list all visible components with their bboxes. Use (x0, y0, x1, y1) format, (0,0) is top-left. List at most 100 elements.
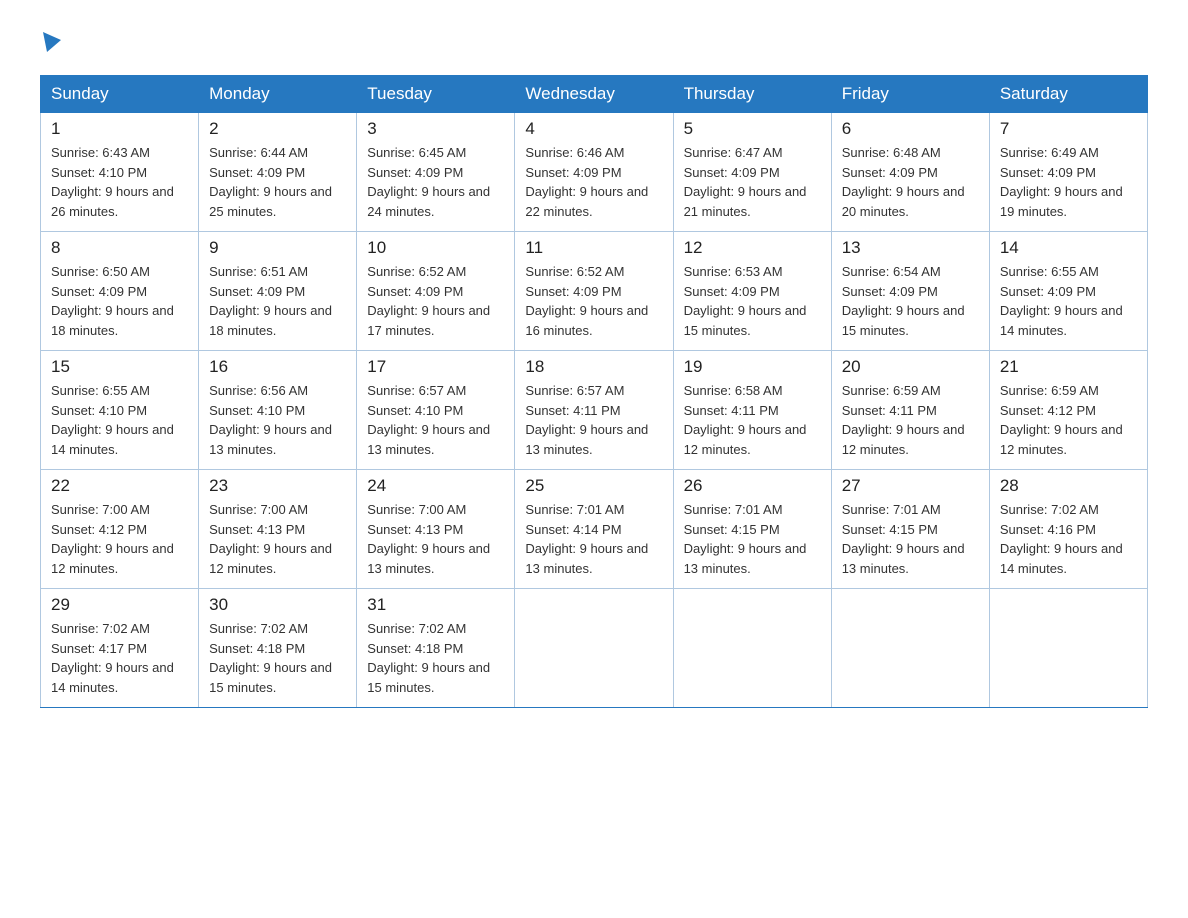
page-header (40, 30, 1148, 55)
calendar-cell: 17 Sunrise: 6:57 AMSunset: 4:10 PMDayligh… (357, 351, 515, 470)
calendar-cell: 8 Sunrise: 6:50 AMSunset: 4:09 PMDaylight… (41, 232, 199, 351)
day-info: Sunrise: 7:01 AMSunset: 4:15 PMDaylight:… (684, 500, 821, 578)
day-info: Sunrise: 6:58 AMSunset: 4:11 PMDaylight:… (684, 381, 821, 459)
day-info: Sunrise: 6:51 AMSunset: 4:09 PMDaylight:… (209, 262, 346, 340)
day-number: 25 (525, 476, 662, 496)
calendar-cell: 23 Sunrise: 7:00 AMSunset: 4:13 PMDayligh… (199, 470, 357, 589)
calendar-week-row: 29 Sunrise: 7:02 AMSunset: 4:17 PMDayligh… (41, 589, 1148, 708)
day-number: 12 (684, 238, 821, 258)
calendar-cell: 11 Sunrise: 6:52 AMSunset: 4:09 PMDayligh… (515, 232, 673, 351)
calendar-cell: 4 Sunrise: 6:46 AMSunset: 4:09 PMDaylight… (515, 113, 673, 232)
day-info: Sunrise: 6:49 AMSunset: 4:09 PMDaylight:… (1000, 143, 1137, 221)
col-tuesday: Tuesday (357, 76, 515, 113)
day-number: 5 (684, 119, 821, 139)
col-friday: Friday (831, 76, 989, 113)
calendar-cell: 1 Sunrise: 6:43 AMSunset: 4:10 PMDaylight… (41, 113, 199, 232)
calendar-cell (989, 589, 1147, 708)
calendar-cell: 30 Sunrise: 7:02 AMSunset: 4:18 PMDayligh… (199, 589, 357, 708)
calendar-week-row: 1 Sunrise: 6:43 AMSunset: 4:10 PMDaylight… (41, 113, 1148, 232)
calendar-cell: 27 Sunrise: 7:01 AMSunset: 4:15 PMDayligh… (831, 470, 989, 589)
calendar-week-row: 22 Sunrise: 7:00 AMSunset: 4:12 PMDayligh… (41, 470, 1148, 589)
day-info: Sunrise: 7:02 AMSunset: 4:16 PMDaylight:… (1000, 500, 1137, 578)
calendar-cell: 5 Sunrise: 6:47 AMSunset: 4:09 PMDaylight… (673, 113, 831, 232)
calendar-cell: 31 Sunrise: 7:02 AMSunset: 4:18 PMDayligh… (357, 589, 515, 708)
day-number: 1 (51, 119, 188, 139)
calendar-cell: 3Sunrise: 6:45 AMSunset: 4:09 PMDaylight… (357, 113, 515, 232)
day-info: Sunrise: 6:57 AMSunset: 4:11 PMDaylight:… (525, 381, 662, 459)
day-number: 18 (525, 357, 662, 377)
calendar-cell: 14 Sunrise: 6:55 AMSunset: 4:09 PMDayligh… (989, 232, 1147, 351)
day-info: Sunrise: 7:02 AMSunset: 4:18 PMDaylight:… (209, 619, 346, 697)
day-number: 30 (209, 595, 346, 615)
day-number: 2 (209, 119, 346, 139)
calendar-cell: 29 Sunrise: 7:02 AMSunset: 4:17 PMDayligh… (41, 589, 199, 708)
col-saturday: Saturday (989, 76, 1147, 113)
day-number: 17 (367, 357, 504, 377)
day-info: Sunrise: 6:48 AMSunset: 4:09 PMDaylight:… (842, 143, 979, 221)
calendar-cell (673, 589, 831, 708)
calendar-cell: 2 Sunrise: 6:44 AMSunset: 4:09 PMDaylight… (199, 113, 357, 232)
day-number: 10 (367, 238, 504, 258)
day-info: Sunrise: 6:59 AMSunset: 4:12 PMDaylight:… (1000, 381, 1137, 459)
calendar-cell: 21 Sunrise: 6:59 AMSunset: 4:12 PMDayligh… (989, 351, 1147, 470)
day-info: Sunrise: 6:43 AMSunset: 4:10 PMDaylight:… (51, 143, 188, 221)
calendar-cell: 13Sunrise: 6:54 AMSunset: 4:09 PMDayligh… (831, 232, 989, 351)
day-number: 23 (209, 476, 346, 496)
calendar-cell: 7Sunrise: 6:49 AMSunset: 4:09 PMDaylight… (989, 113, 1147, 232)
day-info: Sunrise: 7:00 AMSunset: 4:13 PMDaylight:… (367, 500, 504, 578)
day-number: 9 (209, 238, 346, 258)
day-info: Sunrise: 6:52 AMSunset: 4:09 PMDaylight:… (367, 262, 504, 340)
day-number: 31 (367, 595, 504, 615)
calendar-cell (831, 589, 989, 708)
day-info: Sunrise: 6:53 AMSunset: 4:09 PMDaylight:… (684, 262, 821, 340)
col-wednesday: Wednesday (515, 76, 673, 113)
day-number: 14 (1000, 238, 1137, 258)
day-info: Sunrise: 6:45 AMSunset: 4:09 PMDaylight:… (367, 143, 504, 221)
calendar-cell (515, 589, 673, 708)
calendar-cell: 19Sunrise: 6:58 AMSunset: 4:11 PMDayligh… (673, 351, 831, 470)
day-number: 29 (51, 595, 188, 615)
logo-triangle-icon (43, 32, 61, 57)
day-number: 4 (525, 119, 662, 139)
day-info: Sunrise: 7:00 AMSunset: 4:13 PMDaylight:… (209, 500, 346, 578)
logo (40, 30, 61, 55)
day-info: Sunrise: 6:47 AMSunset: 4:09 PMDaylight:… (684, 143, 821, 221)
day-info: Sunrise: 7:00 AMSunset: 4:12 PMDaylight:… (51, 500, 188, 578)
calendar-cell: 15 Sunrise: 6:55 AMSunset: 4:10 PMDayligh… (41, 351, 199, 470)
calendar-cell: 20 Sunrise: 6:59 AMSunset: 4:11 PMDayligh… (831, 351, 989, 470)
day-info: Sunrise: 6:44 AMSunset: 4:09 PMDaylight:… (209, 143, 346, 221)
calendar-cell: 22 Sunrise: 7:00 AMSunset: 4:12 PMDayligh… (41, 470, 199, 589)
day-info: Sunrise: 6:52 AMSunset: 4:09 PMDaylight:… (525, 262, 662, 340)
day-info: Sunrise: 6:59 AMSunset: 4:11 PMDaylight:… (842, 381, 979, 459)
day-info: Sunrise: 6:55 AMSunset: 4:09 PMDaylight:… (1000, 262, 1137, 340)
day-info: Sunrise: 7:01 AMSunset: 4:15 PMDaylight:… (842, 500, 979, 578)
day-number: 20 (842, 357, 979, 377)
day-number: 15 (51, 357, 188, 377)
col-sunday: Sunday (41, 76, 199, 113)
day-number: 21 (1000, 357, 1137, 377)
day-info: Sunrise: 6:57 AMSunset: 4:10 PMDaylight:… (367, 381, 504, 459)
day-number: 11 (525, 238, 662, 258)
calendar-cell: 9 Sunrise: 6:51 AMSunset: 4:09 PMDaylight… (199, 232, 357, 351)
calendar-cell: 10 Sunrise: 6:52 AMSunset: 4:09 PMDayligh… (357, 232, 515, 351)
day-info: Sunrise: 7:02 AMSunset: 4:17 PMDaylight:… (51, 619, 188, 697)
day-number: 22 (51, 476, 188, 496)
day-info: Sunrise: 6:46 AMSunset: 4:09 PMDaylight:… (525, 143, 662, 221)
col-monday: Monday (199, 76, 357, 113)
day-info: Sunrise: 7:02 AMSunset: 4:18 PMDaylight:… (367, 619, 504, 697)
day-info: Sunrise: 7:01 AMSunset: 4:14 PMDaylight:… (525, 500, 662, 578)
calendar-cell: 28 Sunrise: 7:02 AMSunset: 4:16 PMDayligh… (989, 470, 1147, 589)
calendar-week-row: 15 Sunrise: 6:55 AMSunset: 4:10 PMDayligh… (41, 351, 1148, 470)
day-number: 24 (367, 476, 504, 496)
day-info: Sunrise: 6:56 AMSunset: 4:10 PMDaylight:… (209, 381, 346, 459)
col-thursday: Thursday (673, 76, 831, 113)
calendar-cell: 6Sunrise: 6:48 AMSunset: 4:09 PMDaylight… (831, 113, 989, 232)
day-number: 8 (51, 238, 188, 258)
day-info: Sunrise: 6:55 AMSunset: 4:10 PMDaylight:… (51, 381, 188, 459)
day-number: 27 (842, 476, 979, 496)
day-number: 26 (684, 476, 821, 496)
day-info: Sunrise: 6:50 AMSunset: 4:09 PMDaylight:… (51, 262, 188, 340)
day-number: 28 (1000, 476, 1137, 496)
calendar-header-row: Sunday Monday Tuesday Wednesday Thursday… (41, 76, 1148, 113)
calendar-cell: 12 Sunrise: 6:53 AMSunset: 4:09 PMDayligh… (673, 232, 831, 351)
